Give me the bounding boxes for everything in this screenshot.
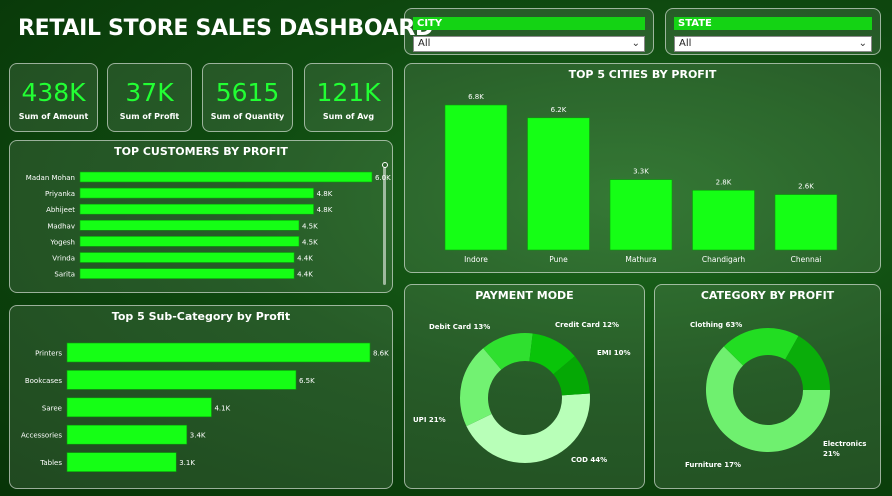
kpi-card-quantity[interactable]: 5615 Sum of Quantity xyxy=(202,63,293,132)
slice-label: Credit Card 12% xyxy=(555,321,619,329)
slice-label: Debit Card 13% xyxy=(429,323,490,331)
category-label: Chennai xyxy=(791,255,822,264)
top-cities-chart: 6.8K Indore 6.2K Pune 3.3K Mathura 2.8K Chandig… xyxy=(444,93,838,264)
slice-label: EMI 10% xyxy=(597,349,631,357)
category-label: Chandigarh xyxy=(702,255,745,264)
slice-label: Clothing 63% xyxy=(690,321,742,329)
bar xyxy=(774,194,838,251)
city-slicer-label: CITY xyxy=(413,17,645,30)
data-label: 4.1K xyxy=(214,404,230,412)
scroll-up-icon[interactable] xyxy=(382,162,388,168)
category-label: Saree xyxy=(42,404,62,412)
kpi-label: Sum of Profit xyxy=(119,112,180,121)
data-label: 4.8K xyxy=(317,206,333,214)
top-cities-panel[interactable]: TOP 5 CITIES BY PROFIT 6.8K Indore 6.2K Pun… xyxy=(404,63,881,273)
category-label: Abhijeet xyxy=(46,206,75,214)
category-profit-panel[interactable]: CATEGORY BY PROFIT Clothing 63% Electroni… xyxy=(654,284,881,489)
data-label: 4.5K xyxy=(302,222,318,230)
kpi-card-profit[interactable]: 37K Sum of Profit xyxy=(107,63,192,132)
data-label: 6.5K xyxy=(299,377,315,385)
category-label: Priyanka xyxy=(45,190,75,198)
kpi-card-amount[interactable]: 438K Sum of Amount xyxy=(9,63,98,132)
category-label: Bookcases xyxy=(25,377,63,385)
chevron-down-icon[interactable]: ⌄ xyxy=(632,37,640,51)
data-label: 6.8K xyxy=(468,93,484,101)
data-label: 6.2K xyxy=(551,106,567,114)
category-label: Madan Mohan xyxy=(26,174,75,182)
state-dropdown-value: All xyxy=(679,38,692,49)
data-label: 3.1K xyxy=(179,459,195,467)
slice-label: Furniture 17% xyxy=(685,461,741,469)
city-dropdown[interactable]: All ⌄ xyxy=(413,36,645,52)
bar xyxy=(79,187,314,199)
state-slicer-label: STATE xyxy=(674,17,872,30)
bar xyxy=(444,104,508,251)
bar xyxy=(692,189,755,251)
payment-mode-chart: COD 44% UPI 21% Debit Card 13% Credit Card … xyxy=(413,321,631,464)
category-profit-chart: Clothing 63% Electronics 21% Furniture 17% xyxy=(685,321,866,469)
category-label: Vrinda xyxy=(52,255,75,263)
bar xyxy=(66,424,188,445)
category-label: Indore xyxy=(464,255,488,264)
top-customers-chart: Madan Mohan6.0KPriyanka4.8KAbhijeet4.8KM… xyxy=(26,171,391,279)
data-label: 4.4K xyxy=(297,255,313,263)
data-label: 4.8K xyxy=(317,190,333,198)
kpi-label: Sum of Amount xyxy=(18,112,89,121)
bar xyxy=(79,171,373,183)
kpi-label: Sum of Avg xyxy=(322,112,375,121)
category-label: Accessories xyxy=(21,432,62,440)
chevron-down-icon[interactable]: ⌄ xyxy=(859,37,867,51)
kpi-card-avg[interactable]: 121K Sum of Avg xyxy=(304,63,393,132)
data-label: 3.3K xyxy=(633,168,649,176)
bar xyxy=(79,236,300,247)
bar xyxy=(66,397,212,418)
bar xyxy=(66,452,177,472)
city-dropdown-value: All xyxy=(418,38,431,49)
kpi-value: 438K xyxy=(21,78,86,107)
kpi-value: 5615 xyxy=(215,78,280,107)
bar xyxy=(66,342,371,363)
category-label: Pune xyxy=(549,255,568,264)
data-label: 3.4K xyxy=(190,432,206,440)
kpi-label: Sum of Quantity xyxy=(210,112,285,121)
slice-label: COD 44% xyxy=(571,456,607,464)
category-label: Tables xyxy=(39,459,62,467)
bar xyxy=(79,252,295,263)
bar xyxy=(79,203,314,215)
slice-label: 21% xyxy=(823,450,840,458)
state-slicer[interactable]: STATE All ⌄ xyxy=(665,8,881,55)
data-label: 4.5K xyxy=(302,238,318,246)
category-label: Madhav xyxy=(47,222,75,230)
payment-mode-panel[interactable]: PAYMENT MODE COD 44% UPI 21% Debit Card 13… xyxy=(404,284,645,489)
slice-label: UPI 21% xyxy=(413,416,446,424)
data-label: 2.6K xyxy=(798,183,814,191)
top-subcategory-chart: Printers 8.6K Bookcases 6.5K Saree 4.1K Access… xyxy=(21,342,389,472)
category-label: Yogesh xyxy=(50,238,75,246)
data-label: 4.4K xyxy=(297,271,313,279)
top-subcategory-panel[interactable]: Top 5 Sub-Category by Profit Printers 8.6… xyxy=(9,305,393,489)
category-label: Sarita xyxy=(54,271,75,279)
data-label: 2.8K xyxy=(716,178,732,186)
scrollbar[interactable] xyxy=(383,167,386,285)
kpi-value: 37K xyxy=(125,78,174,107)
bar xyxy=(66,370,297,390)
slice-label: Electronics xyxy=(823,440,866,448)
kpi-value: 121K xyxy=(316,78,381,107)
state-dropdown[interactable]: All ⌄ xyxy=(674,36,872,52)
bar xyxy=(527,117,590,251)
city-slicer[interactable]: CITY All ⌄ xyxy=(404,8,654,55)
category-label: Mathura xyxy=(625,255,656,264)
bar xyxy=(79,220,300,231)
data-label: 8.6K xyxy=(373,350,389,358)
bar xyxy=(609,179,673,251)
bar xyxy=(79,268,295,279)
top-customers-panel[interactable]: TOP CUSTOMERS BY PROFIT Madan Mohan6.0KP… xyxy=(9,140,393,293)
category-label: Printers xyxy=(35,350,62,358)
dashboard-title: RETAIL STORE SALES DASHBOARD xyxy=(18,16,434,41)
